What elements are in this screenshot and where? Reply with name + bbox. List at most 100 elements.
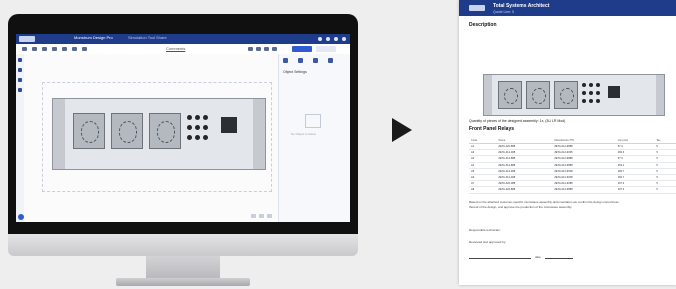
fan-module — [73, 113, 105, 149]
document-logo — [469, 5, 485, 11]
panel-empty-note: No Object is Active — [291, 132, 317, 136]
signature-line — [469, 258, 531, 259]
sma-connector — [596, 99, 600, 103]
export-button[interactable] — [316, 46, 336, 52]
bom-tab-icon[interactable] — [313, 58, 318, 63]
rack-ear-left — [484, 75, 492, 115]
sma-connector — [203, 115, 208, 120]
sma-connector — [589, 99, 593, 103]
design-canvas[interactable] — [24, 54, 278, 222]
chat-button[interactable] — [18, 214, 24, 220]
undo-icon[interactable] — [32, 47, 37, 51]
settings-icon[interactable] — [326, 37, 330, 41]
publish-button[interactable] — [292, 46, 312, 52]
rack-unit-front — [483, 74, 665, 116]
sma-connector — [187, 115, 192, 120]
properties-tab-icon[interactable] — [283, 58, 288, 63]
cell-pn: ZETA-012-9888 — [552, 186, 616, 194]
cursor-icon[interactable] — [52, 47, 57, 51]
sma-connector — [596, 83, 600, 87]
zoom-controls — [251, 214, 272, 218]
text-tool-icon[interactable] — [18, 88, 22, 92]
fan-module — [554, 81, 578, 109]
imac-display: Monstrum Design Pro Simulation Tool Shar… — [8, 14, 358, 289]
sma-connector — [596, 91, 600, 95]
statement-line-1: Based on the attached customer-specific … — [469, 200, 619, 204]
rack-ear-right — [253, 99, 265, 169]
component-tool-icon[interactable] — [18, 68, 22, 72]
table-row: A8 ZETA-420-888 ZETA-012-9888 197.3 5 — [469, 186, 676, 194]
cable-tool-icon[interactable] — [18, 78, 22, 82]
file-icon[interactable] — [22, 47, 27, 51]
cell-name: ZETA-420-888 — [496, 186, 553, 194]
pan-icon[interactable] — [62, 47, 67, 51]
fan-module — [498, 81, 522, 109]
fan-module — [526, 81, 550, 109]
cell-code: A8 — [469, 186, 497, 194]
help-icon[interactable] — [334, 37, 338, 41]
header-icons — [318, 37, 346, 41]
power-connector — [221, 117, 237, 133]
zoom-level[interactable] — [259, 214, 264, 218]
document-title: Total Systems Architect — [493, 3, 550, 9]
tab-share[interactable]: Share — [156, 35, 167, 40]
layers-icon[interactable] — [272, 47, 277, 51]
date-label: date — [535, 255, 541, 259]
sma-connector — [203, 135, 208, 140]
arrow-right-icon — [392, 118, 412, 142]
fan-module — [149, 113, 181, 149]
sma-connector — [203, 125, 208, 130]
history-tab-icon[interactable] — [328, 58, 333, 63]
sma-connector — [589, 91, 593, 95]
responsible-label: Responsible technician: — [469, 228, 501, 232]
rack-unit-3d[interactable] — [52, 98, 266, 170]
app-screen: Monstrum Design Pro Simulation Tool Shar… — [16, 34, 350, 222]
app-title: Monstrum Design Pro — [74, 35, 113, 40]
sma-connector — [582, 99, 586, 103]
front-panel-heading: Front Panel Relays — [469, 126, 515, 132]
sma-connector — [582, 83, 586, 87]
zoom-out-icon[interactable] — [251, 214, 256, 218]
canvas-label[interactable]: Comments — [166, 46, 185, 51]
app-logo — [19, 36, 35, 42]
sma-connector — [195, 125, 200, 130]
sma-connector — [589, 83, 593, 87]
date-line — [545, 258, 573, 259]
sma-connector — [582, 91, 586, 95]
document-header: Total Systems Architect Quote Line: 5 — [459, 0, 676, 16]
quantity-text: Quantity of pieces of the designed assem… — [469, 119, 566, 123]
relays-table: Code Name Manufacturer PN List price Tax… — [469, 138, 676, 194]
generated-document: Total Systems Architect Quote Line: 5 De… — [459, 0, 676, 285]
cell-tax: 5 — [654, 186, 676, 194]
rack-ear-right — [656, 75, 664, 115]
align-icon[interactable] — [264, 47, 269, 51]
reviewed-label: Reviewed and approved by: — [469, 240, 507, 244]
select-tool-icon[interactable] — [18, 58, 22, 62]
library-tab-icon[interactable] — [298, 58, 303, 63]
grid-icon[interactable] — [248, 47, 253, 51]
rack-ear-left — [53, 99, 65, 169]
panel-title: Object Settings — [283, 70, 307, 74]
measure-icon[interactable] — [82, 47, 87, 51]
sma-connector — [187, 125, 192, 130]
snap-icon[interactable] — [256, 47, 261, 51]
monitor-chin — [8, 234, 358, 256]
sma-connector — [195, 135, 200, 140]
panel-tabs — [283, 58, 333, 63]
sma-connector — [187, 135, 192, 140]
monitor-stand-foot — [116, 278, 250, 286]
sma-connector — [195, 115, 200, 120]
draw-icon[interactable] — [72, 47, 77, 51]
power-connector — [608, 86, 620, 98]
zoom-in-icon[interactable] — [267, 214, 272, 218]
tab-simulation[interactable]: Simulation Tool — [128, 35, 155, 40]
monitor-stand-neck — [146, 256, 220, 280]
statement-line-2: thereof of the design, and approve the p… — [469, 205, 573, 209]
description-heading: Description — [469, 22, 497, 28]
redo-icon[interactable] — [42, 47, 47, 51]
empty-state-icon — [305, 114, 321, 128]
notification-icon[interactable] — [318, 37, 322, 41]
user-avatar[interactable] — [342, 37, 346, 41]
fan-module — [111, 113, 143, 149]
app-header: Monstrum Design Pro Simulation Tool Shar… — [16, 34, 350, 44]
